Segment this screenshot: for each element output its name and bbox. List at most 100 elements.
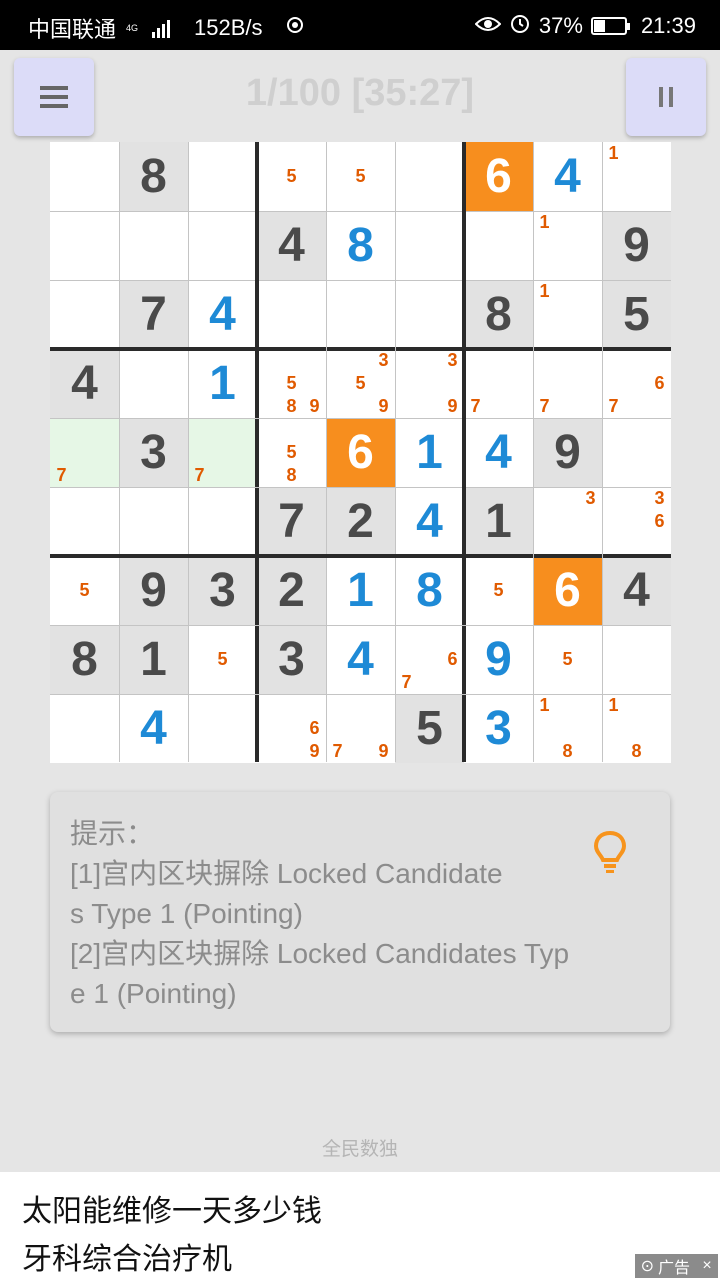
- sudoku-cell[interactable]: [50, 142, 119, 211]
- sudoku-cell[interactable]: 1: [533, 280, 602, 349]
- sudoku-cell[interactable]: 8: [119, 142, 188, 211]
- sudoku-cell[interactable]: 4: [602, 556, 671, 625]
- sudoku-cell[interactable]: 1: [119, 625, 188, 694]
- sudoku-cell[interactable]: 7: [533, 349, 602, 418]
- ad-banner[interactable]: 太阳能维修一天多少钱 牙科综合治疗机 ⊙ 广告 ×: [0, 1172, 720, 1280]
- puzzle-title: 1/100 [35:27]: [245, 72, 475, 114]
- sudoku-cell[interactable]: [188, 142, 257, 211]
- sudoku-cell[interactable]: 36: [602, 487, 671, 556]
- sudoku-cell[interactable]: 4: [326, 625, 395, 694]
- sudoku-cell[interactable]: [188, 211, 257, 280]
- sudoku-cell[interactable]: 2: [326, 487, 395, 556]
- sudoku-cell[interactable]: 3: [188, 556, 257, 625]
- cell-value: 1: [485, 495, 512, 548]
- candidate-mark: 5: [355, 166, 366, 186]
- sudoku-cell[interactable]: 7: [119, 280, 188, 349]
- sudoku-cell[interactable]: [257, 280, 326, 349]
- sudoku-cell[interactable]: 5: [395, 694, 464, 763]
- sudoku-cell[interactable]: [602, 625, 671, 694]
- battery-icon: [590, 17, 630, 35]
- sudoku-cell[interactable]: 69: [257, 694, 326, 763]
- sudoku-cell[interactable]: 4: [119, 694, 188, 763]
- sudoku-cell[interactable]: [395, 142, 464, 211]
- candidate-mark: 7: [401, 672, 412, 692]
- sudoku-cell[interactable]: 8: [464, 280, 533, 349]
- sudoku-cell[interactable]: 1: [395, 418, 464, 487]
- sudoku-cell[interactable]: 67: [602, 349, 671, 418]
- sudoku-cell[interactable]: 6: [533, 556, 602, 625]
- sudoku-cell[interactable]: 6: [464, 142, 533, 211]
- candidate-mark: 5: [286, 166, 297, 186]
- lightbulb-icon[interactable]: [593, 830, 627, 874]
- sudoku-cell[interactable]: [50, 280, 119, 349]
- sudoku-cell[interactable]: 5 89: [257, 349, 326, 418]
- candidate-mark: 3: [447, 350, 458, 370]
- sudoku-cell[interactable]: [119, 211, 188, 280]
- sudoku-cell[interactable]: 1: [464, 487, 533, 556]
- sudoku-cell[interactable]: 4: [50, 349, 119, 418]
- candidate-mark: 3: [585, 488, 596, 508]
- sudoku-cell[interactable]: 4: [188, 280, 257, 349]
- menu-button[interactable]: [14, 58, 94, 136]
- sudoku-cell[interactable]: 4: [395, 487, 464, 556]
- sudoku-cell[interactable]: [395, 211, 464, 280]
- sudoku-cell[interactable]: 5: [188, 625, 257, 694]
- sudoku-cell[interactable]: 4: [257, 211, 326, 280]
- sudoku-cell[interactable]: 9: [119, 556, 188, 625]
- sudoku-cell[interactable]: [50, 487, 119, 556]
- sudoku-cell[interactable]: 5: [326, 142, 395, 211]
- sudoku-cell[interactable]: [119, 487, 188, 556]
- sudoku-cell[interactable]: [326, 280, 395, 349]
- sudoku-cell[interactable]: 1: [602, 142, 671, 211]
- sudoku-cell[interactable]: 6: [326, 418, 395, 487]
- sudoku-cell[interactable]: 18: [533, 694, 602, 763]
- pause-button[interactable]: [626, 58, 706, 136]
- sudoku-cell[interactable]: 3: [119, 418, 188, 487]
- sudoku-cell[interactable]: 5: [464, 556, 533, 625]
- sudoku-cell[interactable]: 67: [395, 625, 464, 694]
- sudoku-cell[interactable]: 2: [257, 556, 326, 625]
- sudoku-cell[interactable]: 8: [326, 211, 395, 280]
- ad-close-button[interactable]: ×: [696, 1254, 718, 1278]
- sudoku-cell[interactable]: 9: [533, 418, 602, 487]
- sudoku-cell[interactable]: [464, 211, 533, 280]
- sudoku-cell[interactable]: 39: [395, 349, 464, 418]
- sudoku-cell[interactable]: 4: [464, 418, 533, 487]
- sudoku-cell[interactable]: 7: [50, 418, 119, 487]
- sudoku-cell[interactable]: 5: [602, 280, 671, 349]
- sudoku-cell[interactable]: 3: [257, 625, 326, 694]
- sudoku-cell[interactable]: 1: [326, 556, 395, 625]
- sudoku-cell[interactable]: 7: [188, 418, 257, 487]
- sudoku-cell[interactable]: 3: [464, 694, 533, 763]
- battery-percent-label: 37%: [538, 13, 583, 38]
- cell-value: 4: [209, 288, 236, 341]
- sudoku-cell[interactable]: 9: [602, 211, 671, 280]
- sudoku-cell[interactable]: 3: [533, 487, 602, 556]
- ad-line-2[interactable]: 牙科综合治疗机: [22, 1234, 232, 1278]
- sudoku-cell[interactable]: [395, 280, 464, 349]
- sudoku-cell[interactable]: 359: [326, 349, 395, 418]
- sudoku-cell[interactable]: [188, 694, 257, 763]
- sudoku-cell[interactable]: 7: [257, 487, 326, 556]
- sudoku-cell[interactable]: 58: [257, 418, 326, 487]
- candidate-mark: 5: [286, 442, 297, 462]
- sudoku-cell[interactable]: 9: [464, 625, 533, 694]
- sudoku-cell[interactable]: 5: [533, 625, 602, 694]
- sudoku-cell[interactable]: 7: [464, 349, 533, 418]
- sudoku-cell[interactable]: [50, 211, 119, 280]
- sudoku-cell[interactable]: 18: [602, 694, 671, 763]
- sudoku-cell[interactable]: 5: [257, 142, 326, 211]
- sudoku-cell[interactable]: 8: [50, 625, 119, 694]
- sudoku-cell[interactable]: [188, 487, 257, 556]
- sudoku-cell[interactable]: 8: [395, 556, 464, 625]
- sudoku-cell[interactable]: [119, 349, 188, 418]
- ad-line-1[interactable]: 太阳能维修一天多少钱: [22, 1186, 322, 1230]
- sudoku-cell[interactable]: [602, 418, 671, 487]
- sudoku-cell[interactable]: 1: [533, 211, 602, 280]
- sudoku-cell[interactable]: 5: [50, 556, 119, 625]
- sudoku-cell[interactable]: [50, 694, 119, 763]
- sudoku-cell[interactable]: 79: [326, 694, 395, 763]
- sudoku-cell[interactable]: 4: [533, 142, 602, 211]
- candidate-mark: 6: [654, 511, 665, 531]
- sudoku-cell[interactable]: 1: [188, 349, 257, 418]
